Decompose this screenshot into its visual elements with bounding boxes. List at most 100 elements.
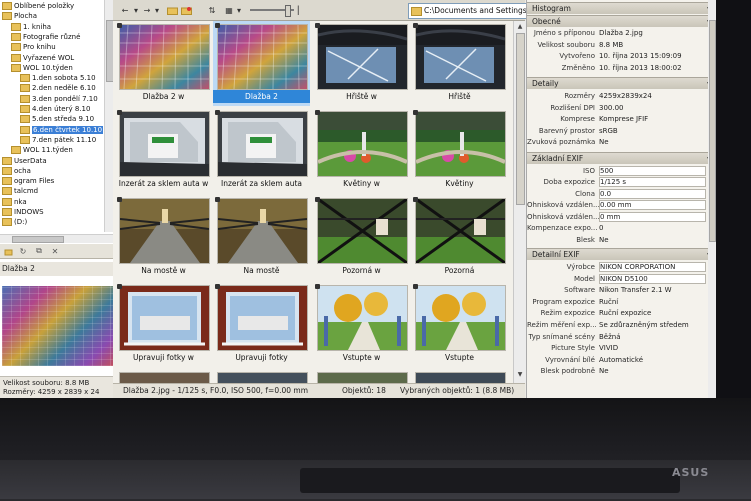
tree-horizontal-scrollbar[interactable] — [0, 234, 113, 243]
thumbnail-image[interactable] — [415, 372, 506, 383]
back-dropdown-icon[interactable]: ▾ — [133, 4, 139, 16]
view-mode-icon[interactable]: ▦ — [223, 4, 235, 16]
tree-item[interactable]: 3.den pondělí 7.10 — [20, 94, 98, 104]
thumbnail-image[interactable] — [415, 198, 506, 264]
thumbnail-tile[interactable]: Na mostě w — [115, 195, 212, 280]
thumbnail-tile[interactable]: Hřiště w — [313, 21, 410, 106]
property-value[interactable]: 0.00 mm — [599, 200, 706, 210]
details-section-header[interactable]: Detaily▾ — [527, 77, 714, 89]
tree-item[interactable]: 1.den sobota 5.10 — [20, 73, 96, 83]
thumbnail-image[interactable] — [217, 285, 308, 351]
thumbnail-image[interactable] — [317, 111, 408, 177]
tree-item[interactable]: Pro knihu — [11, 42, 56, 52]
grid-scroll-thumb[interactable] — [516, 33, 525, 205]
grid-vertical-scrollbar[interactable]: ▲ ▼ — [513, 21, 526, 383]
thumbnail-tile[interactable]: Vstupte — [411, 282, 508, 367]
thumbnail-image[interactable] — [317, 198, 408, 264]
tree-item[interactable]: nka — [2, 197, 27, 207]
tree-item[interactable]: ocha — [2, 166, 31, 176]
refresh-icon[interactable]: ↻ — [18, 246, 28, 256]
thumbnail-tile[interactable]: Hřiště — [411, 21, 508, 106]
histogram-section-header[interactable]: Histogram▾ — [527, 2, 714, 14]
thumbnail-tile[interactable] — [213, 369, 310, 383]
thumbnail-tile[interactable]: Dlažba 2 w — [115, 21, 212, 106]
tree-item[interactable]: WOL 10.týden — [11, 63, 73, 73]
delete-icon[interactable]: ✕ — [50, 246, 60, 256]
thumbnail-tile[interactable]: Vstupte w — [313, 282, 410, 367]
property-value[interactable]: 0 mm — [599, 211, 706, 222]
thumbnail-tile[interactable]: Pozorná w — [313, 195, 410, 280]
thumbnail-image[interactable] — [119, 198, 210, 264]
tree-item[interactable]: 6.den čtvrtek 10.10 — [20, 125, 104, 135]
tree-item[interactable]: UserData — [2, 156, 47, 166]
tree-item[interactable]: Plocha — [2, 11, 37, 21]
thumbnail-image[interactable] — [217, 111, 308, 177]
tree-item[interactable]: Vyřazené WOL — [11, 53, 74, 63]
slider-knob[interactable] — [285, 5, 291, 17]
property-value[interactable]: 0.0 — [599, 188, 706, 199]
thumbnail-image[interactable] — [119, 24, 210, 90]
tree-item[interactable]: 1. kniha — [11, 22, 51, 32]
tree-item[interactable]: Fotografie různé — [11, 32, 80, 42]
tree-item[interactable]: 7.den pátek 11.10 — [20, 135, 96, 145]
thumbnail-tile[interactable]: Inzerát za sklem auta — [213, 108, 310, 193]
folder-icon[interactable] — [166, 4, 178, 16]
properties-scroll-thumb[interactable] — [709, 20, 716, 242]
tree-item[interactable]: (D:) — [2, 217, 27, 227]
view-dropdown-icon[interactable]: ▾ — [236, 4, 242, 16]
folder-star-icon[interactable] — [180, 4, 192, 16]
detail-exif-section-header[interactable]: Detailní EXIF▾ — [527, 248, 714, 260]
back-arrow-icon[interactable]: ← — [119, 4, 131, 16]
scroll-up-icon[interactable]: ▲ — [516, 23, 524, 31]
tree-item[interactable]: 4.den úterý 8.10 — [20, 104, 90, 114]
thumbnail-image[interactable] — [317, 24, 408, 90]
thumbnail-tile[interactable]: Upravuji fotky — [213, 282, 310, 367]
thumbnail-tile[interactable]: Dlažba 2 — [213, 21, 310, 106]
property-label: Kompenzace expo... — [527, 224, 598, 232]
thumbnail-tile[interactable]: Květiny — [411, 108, 508, 193]
thumbnail-image[interactable] — [119, 285, 210, 351]
forward-dropdown-icon[interactable]: ▾ — [154, 4, 160, 16]
thumbnail-image[interactable] — [415, 111, 506, 177]
thumbnail-image[interactable] — [317, 372, 408, 383]
thumbnail-image[interactable] — [119, 372, 210, 383]
thumbnail-image[interactable] — [217, 198, 308, 264]
tree-item[interactable]: 5.den středa 9.10 — [20, 114, 94, 124]
image-type-icon — [413, 284, 418, 289]
thumbnail-image[interactable] — [317, 285, 408, 351]
thumbnail-tile[interactable]: Inzerát za sklem auta w — [115, 108, 212, 193]
properties-scrollbar[interactable] — [708, 0, 716, 398]
tree-item[interactable]: WOL 11.týden — [11, 145, 73, 155]
general-section-header[interactable]: Obecné▾ — [527, 15, 714, 27]
folder-up-icon[interactable] — [3, 246, 13, 256]
thumbnail-tile[interactable]: Na mostě — [213, 195, 310, 280]
property-value[interactable]: NIKON CORPORATION — [599, 262, 706, 272]
property-value[interactable]: 500 — [599, 165, 706, 176]
property-value[interactable]: NIKON D5100 — [599, 273, 706, 284]
basic-exif-section-header[interactable]: Základní EXIF▾ — [527, 151, 714, 164]
thumbnail-image[interactable] — [217, 372, 308, 383]
property-label: Doba expozice — [543, 178, 595, 186]
tree-item[interactable]: 2.den neděle 6.10 — [20, 83, 96, 93]
tree-item[interactable]: Oblíbené položky — [2, 1, 74, 11]
forward-arrow-icon[interactable]: → — [141, 4, 153, 16]
tree-item[interactable]: INDOWS — [2, 207, 44, 217]
property-value[interactable]: 1/125 s — [599, 177, 706, 187]
thumbnail-image[interactable] — [415, 285, 506, 351]
scroll-down-icon[interactable]: ▼ — [516, 371, 524, 379]
thumbnail-tile[interactable] — [411, 369, 508, 383]
thumbnail-tile[interactable]: Květiny w — [313, 108, 410, 193]
thumbnail-image[interactable] — [415, 24, 506, 90]
thumbnail-image[interactable] — [119, 111, 210, 177]
thumbnail-tile[interactable]: Upravuji fotky w — [115, 282, 212, 367]
tree-item[interactable]: talcmd — [2, 186, 38, 196]
thumbnail-tile[interactable] — [313, 369, 410, 383]
sort-icon[interactable]: ⇅ — [205, 4, 219, 16]
property-value: Běžná — [599, 332, 621, 341]
tree-hscroll-thumb[interactable] — [12, 236, 64, 243]
copy-icon[interactable]: ⧉ — [34, 246, 44, 256]
thumbnail-image[interactable] — [217, 24, 308, 90]
thumbnail-tile[interactable] — [115, 369, 212, 383]
tree-item[interactable]: ogram Files — [2, 176, 54, 186]
thumbnail-tile[interactable]: Pozorná — [411, 195, 508, 280]
